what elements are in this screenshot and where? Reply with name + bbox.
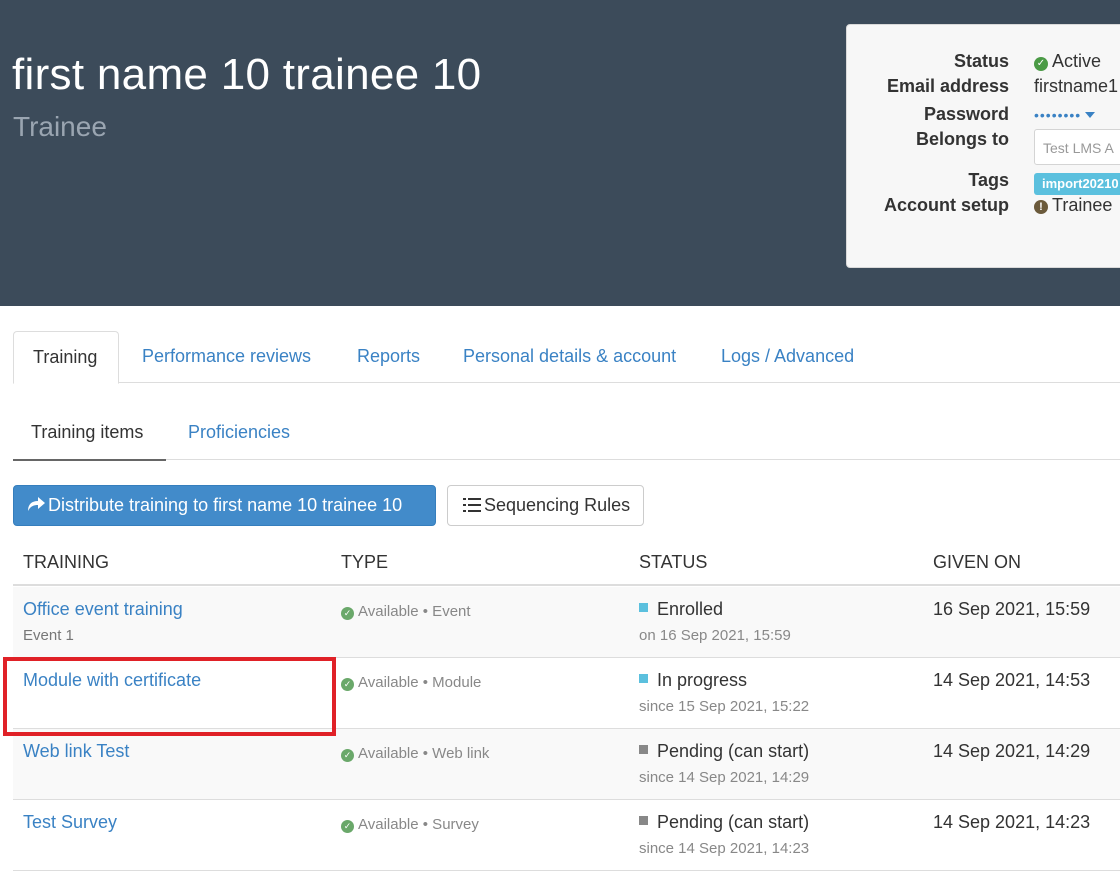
training-status: Pending (can start) — [639, 812, 809, 833]
tag-badge[interactable]: import20210 — [1034, 173, 1120, 195]
share-icon — [28, 497, 45, 511]
training-link[interactable]: Test Survey — [23, 812, 117, 833]
status-square-icon — [639, 745, 648, 754]
distribute-training-button[interactable]: Distribute training to first name 10 tra… — [13, 485, 436, 526]
table-row: Web link Test ✓ Available • Web link Pend… — [13, 729, 1120, 800]
training-type: ✓ Available • Event — [341, 603, 471, 620]
status-square-icon — [639, 603, 648, 612]
check-circle-icon: ✓ — [341, 678, 354, 691]
setup-row: Account setup ! Trainee — [847, 195, 1120, 219]
table-row: Office event training Event 1 ✓ Available… — [13, 587, 1120, 658]
tab-logs-advanced[interactable]: Logs / Advanced — [721, 331, 854, 383]
password-toggle[interactable]: •••••••• — [1034, 104, 1096, 125]
status-square-icon — [639, 816, 648, 825]
training-subtitle: Event 1 — [23, 627, 74, 644]
training-status: Enrolled — [639, 599, 723, 620]
type-text: Available • Web link — [358, 745, 490, 762]
email-row: Email address firstname1 — [847, 76, 1120, 100]
main-tabs: Training Performance reviews Reports Per… — [13, 331, 1120, 384]
training-link[interactable]: Web link Test — [23, 741, 129, 762]
given-on-date: 14 Sep 2021, 14:23 — [933, 812, 1091, 832]
training-link[interactable]: Module with certificate — [23, 670, 201, 691]
status-text: Active — [1052, 51, 1102, 71]
status-square-icon — [639, 674, 648, 683]
sub-tabs: Training items Proficiencies — [13, 410, 1120, 461]
email-label: Email address — [886, 76, 1009, 96]
user-role: Trainee — [13, 111, 107, 142]
check-circle-icon: ✓ — [341, 820, 354, 833]
status-text: In progress — [657, 670, 748, 690]
subtab-training-items[interactable]: Training items — [13, 410, 166, 461]
setup-value: ! Trainee — [1034, 195, 1112, 216]
status-value: ✓ Active — [1034, 51, 1101, 72]
status-date: since 14 Sep 2021, 14:29 — [639, 769, 810, 786]
table-header: TRAINING TYPE STATUS GIVEN ON — [13, 541, 1120, 586]
account-info-card: Status ✓ Active Email address firstname1 … — [846, 24, 1120, 268]
sequencing-button-label: Sequencing Rules — [484, 495, 631, 515]
caret-down-icon — [1085, 112, 1096, 118]
table-row: Test Survey ✓ Available • Survey Pending … — [13, 800, 1120, 871]
status-row: Status ✓ Active — [847, 51, 1120, 75]
subtab-proficiencies[interactable]: Proficiencies — [188, 410, 290, 460]
given-on-date: 14 Sep 2021, 14:29 — [933, 741, 1091, 761]
password-label: Password — [923, 104, 1009, 124]
email-value: firstname1 — [1034, 76, 1119, 96]
status-label: Status — [953, 51, 1009, 71]
status-date: since 14 Sep 2021, 14:23 — [639, 840, 810, 857]
column-header-given-on[interactable]: GIVEN ON — [933, 552, 1021, 573]
column-header-training[interactable]: TRAINING — [23, 552, 109, 573]
check-circle-icon: ✓ — [1034, 57, 1048, 71]
status-text: Pending (can start) — [657, 741, 810, 761]
type-text: Available • Survey — [358, 816, 479, 833]
user-full-name: first name 10 trainee 10 — [12, 50, 482, 99]
tab-reports[interactable]: Reports — [357, 331, 420, 383]
belongs-to-field[interactable]: Test LMS A — [1034, 129, 1120, 165]
check-circle-icon: ✓ — [341, 607, 354, 620]
password-value: •••••••• — [1034, 107, 1082, 123]
password-row: Password •••••••• — [847, 104, 1120, 128]
tab-performance-reviews[interactable]: Performance reviews — [142, 331, 311, 383]
column-header-type[interactable]: TYPE — [341, 552, 388, 573]
training-type: ✓ Available • Module — [341, 674, 481, 691]
type-text: Available • Module — [358, 674, 482, 691]
status-text: Enrolled — [657, 599, 724, 619]
tab-training[interactable]: Training — [13, 331, 119, 384]
table-row: Module with certificate ✓ Available • Mod… — [13, 658, 1120, 729]
tags-label: Tags — [968, 170, 1009, 190]
type-text: Available • Event — [358, 603, 471, 620]
profile-header: first name 10 trainee 10 Trainee Status … — [0, 0, 1120, 306]
belongs-label: Belongs to — [916, 129, 1009, 149]
setup-text: Trainee — [1052, 195, 1113, 215]
list-icon — [463, 498, 481, 512]
training-link[interactable]: Office event training — [23, 599, 183, 620]
tab-personal-details[interactable]: Personal details & account — [463, 331, 676, 383]
exclamation-circle-icon: ! — [1034, 200, 1048, 214]
setup-label: Account setup — [883, 195, 1009, 215]
status-date: since 15 Sep 2021, 15:22 — [639, 698, 810, 715]
training-type: ✓ Available • Web link — [341, 745, 489, 762]
check-circle-icon: ✓ — [341, 749, 354, 762]
status-text: Pending (can start) — [657, 812, 810, 832]
given-on-date: 14 Sep 2021, 14:53 — [933, 670, 1091, 690]
sequencing-rules-button[interactable]: Sequencing Rules — [447, 485, 644, 526]
given-on-date: 16 Sep 2021, 15:59 — [933, 599, 1091, 619]
distribute-button-label: Distribute training to first name 10 tra… — [48, 495, 403, 515]
training-status: Pending (can start) — [639, 741, 809, 762]
training-status: In progress — [639, 670, 747, 691]
status-date: on 16 Sep 2021, 15:59 — [639, 627, 791, 644]
column-header-status[interactable]: STATUS — [639, 552, 707, 573]
training-type: ✓ Available • Survey — [341, 816, 479, 833]
